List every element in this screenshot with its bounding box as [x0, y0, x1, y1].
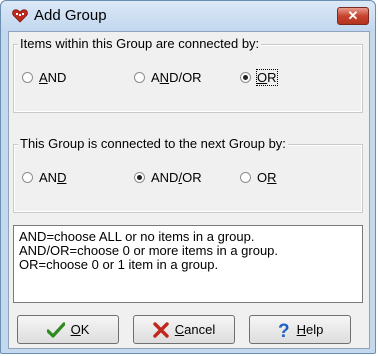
radio-circle	[22, 172, 33, 183]
info-textbox: AND=choose ALL or no items in a group. A…	[13, 225, 363, 303]
within-and-label: AND	[39, 70, 67, 85]
next-andor-label: AND/OR	[151, 170, 202, 185]
info-line: AND/OR=choose 0 or more items in a group…	[19, 243, 279, 258]
dialog-body: Items within this Group are connected by…	[8, 31, 370, 349]
within-group-legend: Items within this Group are connected by…	[18, 36, 262, 51]
close-button[interactable]: ✕	[337, 7, 369, 25]
close-icon: ✕	[347, 8, 359, 23]
svg-text:?: ?	[278, 321, 290, 339]
within-andor-label: AND/OR	[151, 70, 202, 85]
next-or-radio[interactable]: OR	[240, 170, 277, 185]
within-andor-radio[interactable]: AND/OR	[134, 70, 202, 85]
radio-circle	[240, 172, 251, 183]
ok-button[interactable]: OK	[17, 315, 119, 344]
radio-circle	[134, 72, 145, 83]
within-group-box: Items within this Group are connected by…	[13, 36, 363, 113]
add-group-dialog: Add Group ✕ Items within this Group are …	[0, 0, 376, 354]
within-or-label: OR	[256, 69, 278, 86]
help-label: Help	[296, 322, 324, 337]
window-title: Add Group	[34, 7, 107, 24]
radio-circle-selected	[134, 172, 145, 183]
ok-label: OK	[70, 322, 90, 337]
within-or-radio[interactable]: OR	[240, 69, 278, 86]
title-bar[interactable]: Add Group ✕	[1, 1, 375, 31]
info-line: AND=choose ALL or no items in a group.	[19, 229, 255, 244]
help-button[interactable]: ? Help	[249, 315, 351, 344]
next-and-label: AND	[39, 170, 67, 185]
x-icon	[153, 321, 169, 338]
next-and-radio[interactable]: AND	[22, 170, 66, 185]
cancel-label: Cancel	[174, 322, 216, 337]
cancel-button[interactable]: Cancel	[133, 315, 235, 344]
next-group-box: This Group is connected to the next Grou…	[13, 136, 363, 213]
question-icon: ?	[277, 321, 291, 339]
next-or-label: OR	[257, 170, 277, 185]
within-and-radio[interactable]: AND	[22, 70, 66, 85]
info-line: OR=choose 0 or 1 item in a group.	[19, 257, 219, 272]
next-andor-radio[interactable]: AND/OR	[134, 170, 202, 185]
app-icon	[12, 9, 28, 23]
radio-circle-selected	[240, 72, 251, 83]
radio-circle	[22, 72, 33, 83]
next-group-legend: This Group is connected to the next Grou…	[18, 136, 288, 151]
check-icon	[46, 321, 65, 338]
